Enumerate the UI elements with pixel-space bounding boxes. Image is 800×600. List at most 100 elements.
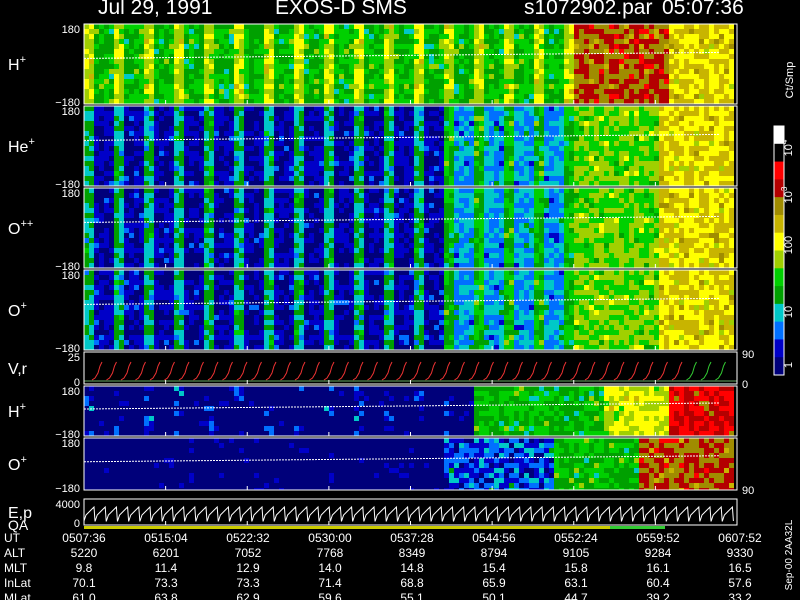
heatmap-cell: [159, 171, 164, 176]
heatmap-cell: [294, 106, 299, 111]
heatmap-cell: [729, 136, 734, 141]
heatmap-cell: [209, 24, 214, 29]
heatmap-cell: [139, 258, 144, 263]
heatmap-cell: [629, 121, 634, 126]
heatmap-cell: [299, 156, 304, 161]
heatmap-cell: [409, 34, 414, 39]
heatmap-cell: [414, 116, 419, 121]
heatmap-cell: [659, 69, 664, 74]
heatmap-cell: [624, 151, 629, 156]
heatmap-cell: [534, 136, 539, 141]
heatmap-cell: [224, 223, 229, 228]
heatmap-cell: [264, 151, 269, 156]
heatmap-cell: [564, 111, 569, 116]
heatmap-cell: [179, 228, 184, 233]
heatmap-cell: [469, 89, 474, 94]
heatmap-cell: [619, 59, 624, 64]
heatmap-cell: [249, 99, 254, 104]
heatmap-cell: [689, 64, 694, 69]
heatmap-cell: [409, 69, 414, 74]
heatmap-cell: [684, 89, 689, 94]
heatmap-cell: [559, 99, 564, 104]
heatmap-cell: [129, 263, 134, 268]
heatmap-cell: [254, 166, 259, 171]
heatmap-cell: [704, 64, 709, 69]
heatmap-cell: [644, 89, 649, 94]
heatmap-cell: [169, 198, 174, 203]
heatmap-cell: [599, 156, 604, 161]
heatmap-cell: [649, 39, 654, 44]
heatmap-cell: [699, 166, 704, 171]
heatmap-cell: [264, 243, 269, 248]
heatmap-cell: [99, 146, 104, 151]
heatmap-cell: [184, 106, 189, 111]
heatmap-cell: [699, 181, 704, 186]
heatmap-cell: [149, 188, 154, 193]
heatmap-cell: [164, 34, 169, 39]
heatmap-cell: [569, 39, 574, 44]
heatmap-cell: [664, 94, 669, 99]
heatmap-cell: [434, 126, 439, 131]
heatmap-cell: [554, 166, 559, 171]
heatmap-cell: [104, 131, 109, 136]
heatmap-cell: [219, 54, 224, 59]
heatmap-cell: [219, 64, 224, 69]
heatmap-cell: [229, 228, 234, 233]
heatmap-cell: [254, 141, 259, 146]
heatmap-cell: [654, 121, 659, 126]
heatmap-cell: [179, 111, 184, 116]
heatmap-cell: [274, 188, 279, 193]
heatmap-cell: [319, 34, 324, 39]
heatmap-cell: [539, 136, 544, 141]
heatmap-cell: [199, 24, 204, 29]
heatmap-cell: [444, 24, 449, 29]
heatmap-cell: [204, 248, 209, 253]
heatmap-cell: [679, 74, 684, 79]
heatmap-cell: [669, 176, 674, 181]
heatmap-cell: [184, 228, 189, 233]
heatmap-cell: [354, 141, 359, 146]
heatmap-cell: [504, 64, 509, 69]
heatmap-cell: [469, 161, 474, 166]
heatmap-cell: [99, 84, 104, 89]
heatmap-cell: [119, 84, 124, 89]
heatmap-cell: [224, 94, 229, 99]
heatmap-cell: [404, 64, 409, 69]
heatmap-cell: [394, 121, 399, 126]
heatmap-cell: [159, 94, 164, 99]
heatmap-cell: [299, 181, 304, 186]
heatmap-cell: [339, 54, 344, 59]
heatmap-cell: [629, 176, 634, 181]
heatmap-cell: [159, 39, 164, 44]
heatmap-cell: [479, 161, 484, 166]
heatmap-cell: [134, 253, 139, 258]
heatmap-cell: [344, 181, 349, 186]
heatmap-cell: [299, 29, 304, 34]
heatmap-cell: [629, 44, 634, 49]
heatmap-cell: [419, 141, 424, 146]
heatmap-cell: [184, 116, 189, 121]
heatmap-cell: [134, 233, 139, 238]
heatmap-cell: [694, 166, 699, 171]
heatmap-cell: [574, 166, 579, 171]
heatmap-cell: [434, 74, 439, 79]
heatmap-cell: [264, 181, 269, 186]
heatmap-cell: [394, 69, 399, 74]
heatmap-cell: [219, 126, 224, 131]
heatmap-cell: [444, 89, 449, 94]
heatmap-cell: [164, 248, 169, 253]
heatmap-cell: [149, 258, 154, 263]
heatmap-cell: [419, 106, 424, 111]
heatmap-cell: [164, 263, 169, 268]
heatmap-cell: [719, 106, 724, 111]
heatmap-cell: [414, 39, 419, 44]
heatmap-cell: [704, 111, 709, 116]
heatmap-cell: [394, 181, 399, 186]
heatmap-cell: [669, 54, 674, 59]
heatmap-cell: [374, 44, 379, 49]
heatmap-cell: [99, 151, 104, 156]
heatmap-cell: [219, 193, 224, 198]
heatmap-cell: [474, 64, 479, 69]
heatmap-cell: [194, 213, 199, 218]
heatmap-cell: [694, 131, 699, 136]
